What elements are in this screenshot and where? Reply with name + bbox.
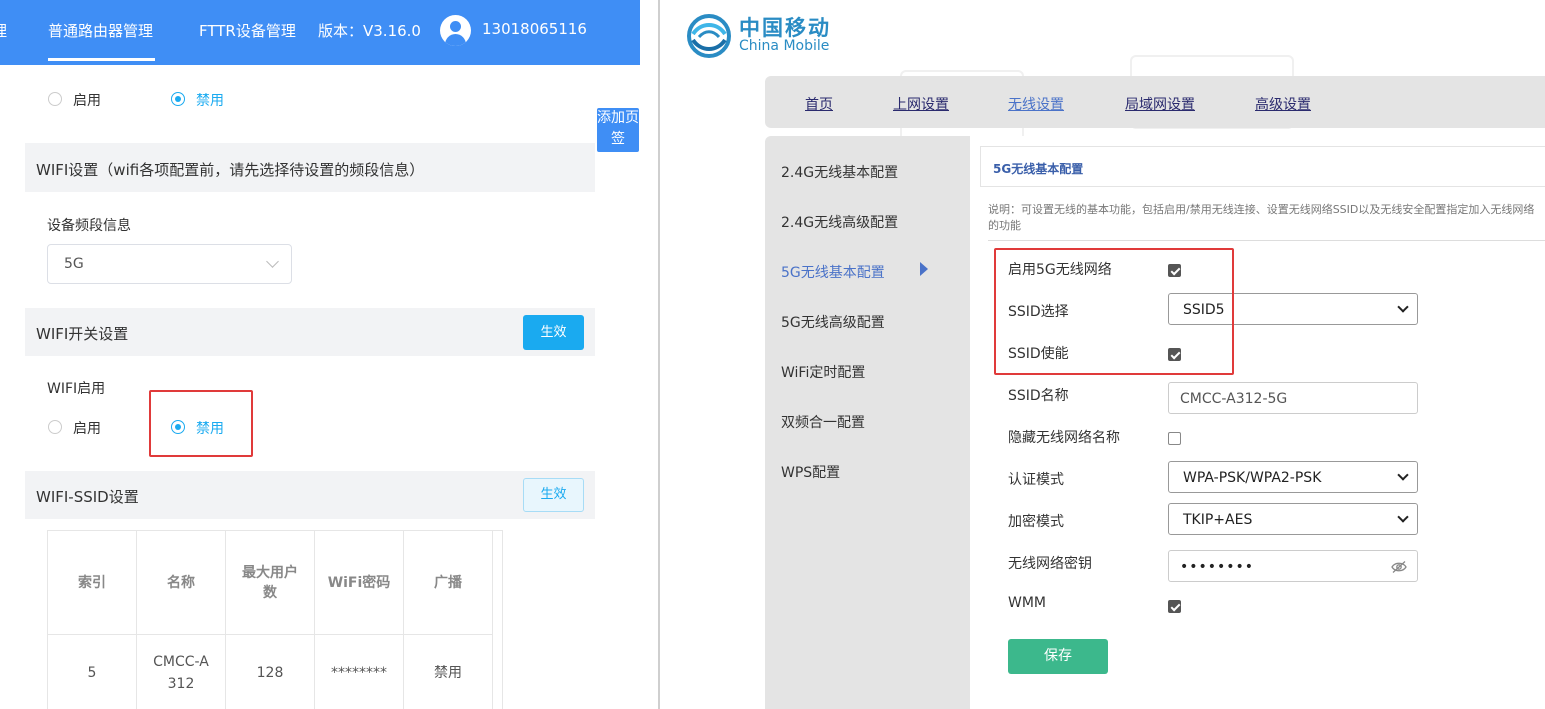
sidebar-item-5g-basic[interactable]: 5G无线基本配置 <box>781 262 885 282</box>
ssid-settings-header: WIFI-SSID设置 生效 <box>25 471 595 519</box>
eye-off-icon[interactable] <box>1391 560 1407 574</box>
active-tab-underline <box>48 58 155 61</box>
th-broadcast: 广播 <box>404 531 493 635</box>
th-max-users: 最大用户数 <box>226 531 315 635</box>
right-router-pane: 中国移动 China Mobile 首页 上网设置 无线设置 局域网设置 高级设… <box>660 0 1545 709</box>
th-name: 名称 <box>137 531 226 635</box>
sidebar-item-24g-advanced[interactable]: 2.4G无线高级配置 <box>781 212 898 232</box>
sidebar-item-wifi-timer[interactable]: WiFi定时配置 <box>781 362 865 382</box>
td-wifi-password: ******** <box>315 635 404 709</box>
ssid-name-input[interactable]: CMCC-A312-5G <box>1168 382 1418 414</box>
wifi-enable-radio[interactable] <box>48 420 62 434</box>
encrypt-mode-select[interactable]: TKIP+AES <box>1168 503 1418 535</box>
wmm-checkbox[interactable] <box>1168 600 1181 613</box>
add-tab-button[interactable]: 添加页签 <box>597 108 639 152</box>
panel-title: 5G无线基本配置 <box>993 162 1084 176</box>
panel-description: 说明：可设置无线的基本功能，包括启用/禁用无线连接、设置无线网络SSID以及无线… <box>988 203 1535 232</box>
auth-mode-value: WPA-PSK/WPA2-PSK <box>1183 470 1322 486</box>
caret-right-icon <box>920 262 928 276</box>
top-enable-label[interactable]: 启用 <box>73 90 101 110</box>
td-name: CMCC-A312 <box>137 635 226 709</box>
chevron-down-icon <box>1397 301 1409 313</box>
wifi-settings-title: WIFI设置（wifi各项配置前，请先选择待设置的频段信息） <box>36 161 425 179</box>
top-disable-label[interactable]: 禁用 <box>196 90 224 110</box>
user-avatar-icon[interactable] <box>440 15 471 46</box>
hide-ssid-checkbox[interactable] <box>1168 432 1181 445</box>
ssid-name-value: CMCC-A312-5G <box>1180 391 1288 407</box>
nav-tab-fttr[interactable]: FTTR设备管理 <box>199 20 296 41</box>
logo-text-en: China Mobile <box>739 38 830 54</box>
chevron-down-icon <box>266 255 279 268</box>
nav-internet[interactable]: 上网设置 <box>893 94 949 114</box>
ssid-settings-title: WIFI-SSID设置 <box>36 488 139 506</box>
chevron-down-icon <box>1397 511 1409 523</box>
chevron-down-icon <box>1397 469 1409 481</box>
encrypt-mode-label: 加密模式 <box>1008 514 1064 530</box>
wifi-key-label: 无线网络密钥 <box>1008 556 1092 572</box>
encrypt-mode-value: TKIP+AES <box>1183 512 1253 528</box>
hide-ssid-label: 隐藏无线网络名称 <box>1008 430 1120 446</box>
highlight-box-disable <box>149 390 253 457</box>
ssid-table: 索引 名称 最大用户数 WiFi密码 广播 5 CMCC-A312 128 **… <box>47 530 503 709</box>
divider-line <box>988 240 1545 241</box>
top-disable-radio[interactable] <box>171 92 185 106</box>
auth-mode-label: 认证模式 <box>1008 472 1064 488</box>
router-sidebar: 2.4G无线基本配置 2.4G无线高级配置 5G无线基本配置 5G无线高级配置 … <box>765 136 970 709</box>
top-nav-bar: 理 普通路由器管理 FTTR设备管理 版本：V3.16.0 1301806511… <box>0 0 640 65</box>
china-mobile-logo <box>687 14 731 58</box>
page-gutter <box>595 65 640 709</box>
sidebar-item-dual-band[interactable]: 双频合一配置 <box>781 412 865 432</box>
user-phone[interactable]: 13018065116 <box>482 20 587 38</box>
router-nav-bar: 首页 上网设置 无线设置 局域网设置 高级设置 <box>765 76 1545 128</box>
ssid-apply-button[interactable]: 生效 <box>523 478 584 512</box>
left-browser-pane: 理 普通路由器管理 FTTR设备管理 版本：V3.16.0 1301806511… <box>0 0 640 709</box>
th-index: 索引 <box>48 531 137 635</box>
config-content: 启用 禁用 WIFI设置（wifi各项配置前，请先选择待设置的频段信息） 设备频… <box>25 65 595 709</box>
td-max-users: 128 <box>226 635 315 709</box>
config-panel: 5G无线基本配置 说明：可设置无线的基本功能，包括启用/禁用无线连接、设置无线网… <box>970 136 1545 709</box>
th-wifi-password: WiFi密码 <box>315 531 404 635</box>
sidebar-item-5g-advanced[interactable]: 5G无线高级配置 <box>781 312 885 332</box>
sidebar-item-wps[interactable]: WPS配置 <box>781 462 840 482</box>
td-broadcast: 禁用 <box>404 635 493 709</box>
panel-header: 5G无线基本配置 <box>980 146 1545 187</box>
wifi-switch-title: WIFI开关设置 <box>36 325 129 343</box>
wifi-switch-header: WIFI开关设置 生效 <box>25 308 595 356</box>
wifi-enable-radio-label[interactable]: 启用 <box>73 418 101 438</box>
sidebar-item-24g-basic[interactable]: 2.4G无线基本配置 <box>781 162 898 182</box>
version-text: 版本：V3.16.0 <box>318 22 421 40</box>
wifi-settings-header: WIFI设置（wifi各项配置前，请先选择待设置的频段信息） <box>25 143 595 192</box>
wmm-label: WMM <box>1008 595 1047 611</box>
nav-wireless[interactable]: 无线设置 <box>1008 94 1064 114</box>
auth-mode-select[interactable]: WPA-PSK/WPA2-PSK <box>1168 461 1418 493</box>
nav-lan[interactable]: 局域网设置 <box>1125 94 1195 114</box>
td-index: 5 <box>48 635 137 709</box>
wifi-key-input[interactable]: •••••••• <box>1168 550 1418 582</box>
nav-advanced[interactable]: 高级设置 <box>1255 94 1311 114</box>
nav-tab-normal-router[interactable]: 普通路由器管理 <box>48 20 153 41</box>
switch-apply-button[interactable]: 生效 <box>523 315 584 350</box>
band-select-value: 5G <box>64 256 84 272</box>
nav-tab-truncated[interactable]: 理 <box>0 20 7 41</box>
ssid-name-label: SSID名称 <box>1008 388 1069 404</box>
band-select[interactable]: 5G <box>47 244 292 284</box>
highlight-box-ssid <box>994 248 1234 375</box>
wifi-enable-label: WIFI启用 <box>47 381 106 397</box>
nav-home[interactable]: 首页 <box>805 94 833 114</box>
top-enable-radio[interactable] <box>48 92 62 106</box>
save-button[interactable]: 保存 <box>1008 639 1108 674</box>
band-label: 设备频段信息 <box>47 218 131 234</box>
wifi-key-value: •••••••• <box>1180 559 1255 575</box>
